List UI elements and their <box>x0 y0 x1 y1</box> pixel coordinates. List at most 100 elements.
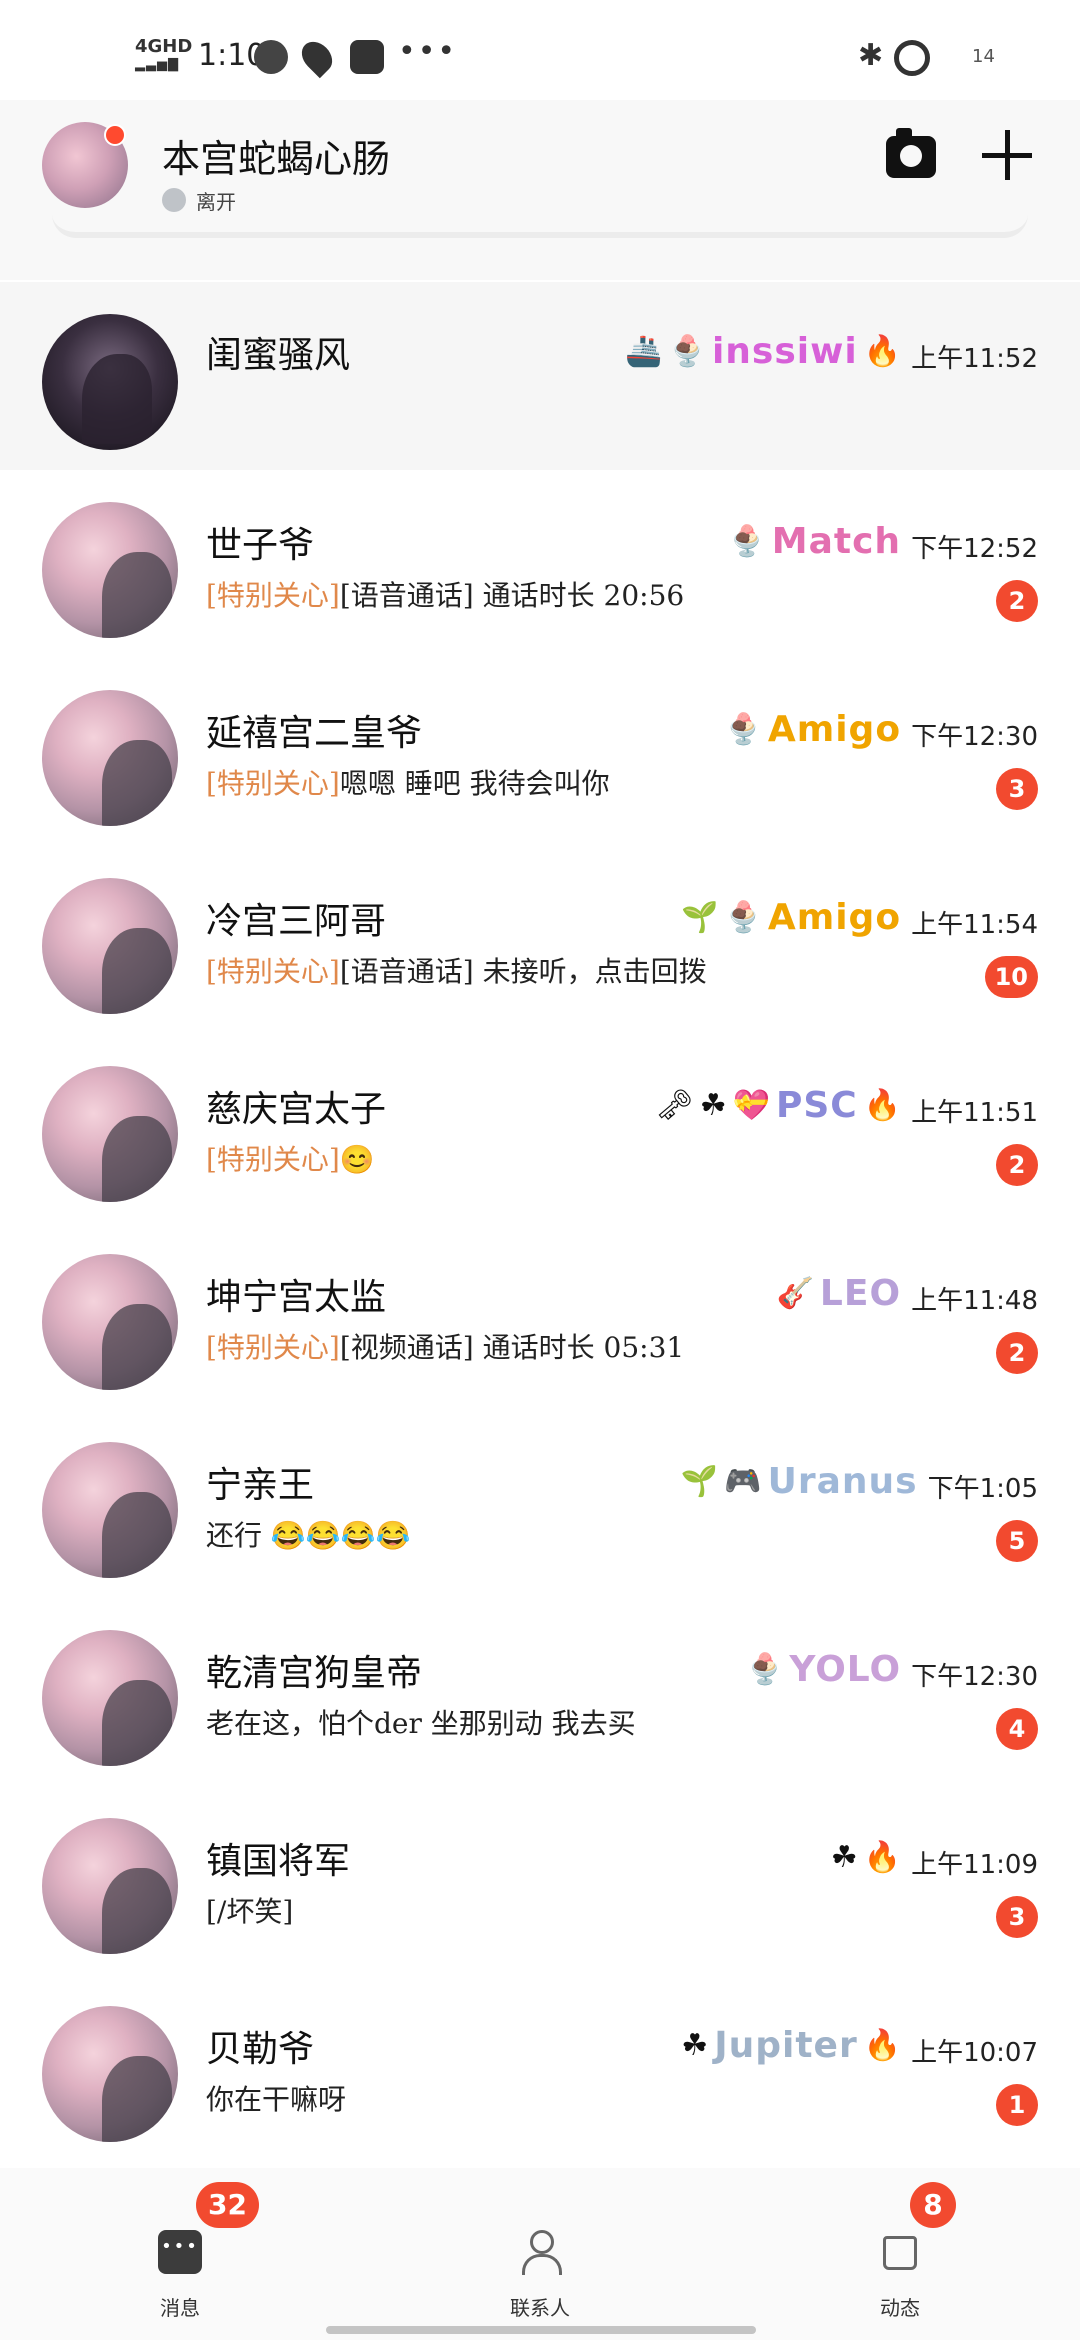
chat-row[interactable]: 乾清宫狗皇帝 老在这，怕个der 坐那别动 我去买 🍨 YOLO 下午12:30 4 <box>0 1598 1080 1786</box>
unread-count-badge: 2 <box>996 1144 1038 1186</box>
avatar[interactable] <box>42 314 178 450</box>
chat-name: 宁亲王 <box>206 1465 315 1506</box>
chat-row[interactable]: 镇国将军 [/坏笑] ☘ 🔥 上午11:09 3 <box>0 1786 1080 1974</box>
chat-time: 下午12:30 <box>911 1662 1038 1692</box>
app-icon <box>350 40 384 74</box>
tab-badge: 8 <box>910 2182 956 2228</box>
tab-label: 消息 <box>160 2296 200 2320</box>
chat-preview: 还行 😂😂😂😂 <box>206 1514 410 1554</box>
badge-label: PSC <box>775 1085 858 1126</box>
badge-icon: ☘ <box>699 1088 727 1123</box>
message-text: 😊 <box>339 1143 375 1176</box>
chat-row-pinned[interactable]: 闺蜜骚风 🚢 🍨 inssiwi 🔥 上午11:52 <box>0 282 1080 470</box>
avatar[interactable] <box>42 1066 178 1202</box>
avatar[interactable] <box>42 2006 178 2142</box>
tab-moments[interactable]: 动态 8 <box>800 2168 1000 2340</box>
battery-level: 14 <box>972 46 995 67</box>
chat-row[interactable]: 坤宁宫太监 [特别关心][视频通话] 通话时长 05:31 🎸 LEO 上午11:48 2 <box>0 1222 1080 1410</box>
message-text: [/坏笑] <box>206 1895 294 1928</box>
badge-icon: ☘ <box>830 1840 858 1875</box>
avatar[interactable] <box>42 878 178 1014</box>
person-icon <box>518 2230 562 2275</box>
badge-icon: 🌱 <box>680 1464 719 1499</box>
chat-time: 上午11:51 <box>911 1098 1038 1128</box>
badge-icon: 🌱 <box>681 900 719 935</box>
badge-icon: 🍨 <box>728 524 766 559</box>
profile-card[interactable]: 本宫蛇蝎心肠 离开 <box>42 100 1032 238</box>
special-care-tag: [特别关心] <box>206 955 340 988</box>
chat-list: 闺蜜骚风 🚢 🍨 inssiwi 🔥 上午11:52 世子爷 [特别关心][语音通话] 通话时… <box>0 282 1080 2162</box>
badge-icon: 🍨 <box>746 1652 784 1687</box>
chat-time: 下午1:05 <box>927 1474 1038 1504</box>
tab-contacts[interactable]: 联系人 <box>440 2168 640 2340</box>
avatar[interactable] <box>42 1442 178 1578</box>
more-status-icon: ••• <box>398 34 458 69</box>
chat-row[interactable]: 慈庆宫太子 [特别关心]😊 🗝 ☘ 💝 PSC 🔥 上午11:51 2 <box>0 1034 1080 1222</box>
shirt-icon <box>883 2236 917 2270</box>
badge-icon: 🍨 <box>724 900 762 935</box>
friendship-badges: 🌱 🍨 Amigo <box>681 892 901 944</box>
chat-row[interactable]: 贝勒爷 你在干嘛呀 ☘ Jupiter 🔥 上午10:07 1 <box>0 1974 1080 2162</box>
tab-label: 联系人 <box>510 2296 570 2320</box>
badge-icon: 🔥 <box>863 1840 902 1875</box>
special-care-tag: [特别关心] <box>206 767 340 800</box>
special-care-tag: [特别关心] <box>206 1143 340 1176</box>
chat-name: 坤宁宫太监 <box>206 1277 387 1318</box>
chat-preview: [特别关心]😊 <box>206 1138 375 1178</box>
avatar[interactable] <box>42 690 178 826</box>
avatar[interactable] <box>42 1630 178 1766</box>
home-indicator[interactable] <box>326 2326 756 2334</box>
unread-count-badge: 5 <box>996 1520 1038 1562</box>
badge-icon: 🚢 <box>625 334 663 369</box>
chat-row[interactable]: 冷宫三阿哥 [特别关心][语音通话] 未接听，点击回拨 🌱 🍨 Amigo 上午11:54… <box>0 846 1080 1034</box>
special-care-tag: [特别关心] <box>206 579 340 612</box>
badge-label: YOLO <box>789 1649 902 1690</box>
unread-count-badge: 3 <box>996 768 1038 810</box>
chat-time: 上午11:09 <box>911 1850 1038 1880</box>
notification-dot <box>104 124 126 146</box>
plus-icon[interactable] <box>982 130 1032 180</box>
chat-name: 慈庆宫太子 <box>206 1089 387 1130</box>
badge-label: LEO <box>819 1273 902 1314</box>
unread-count-badge: 10 <box>984 956 1038 998</box>
avatar[interactable] <box>42 1818 178 1954</box>
chat-name: 世子爷 <box>206 525 315 566</box>
unread-count-badge: 4 <box>996 1708 1038 1750</box>
chat-name: 镇国将军 <box>206 1841 351 1882</box>
badge-icon: 🗝 <box>655 1088 694 1123</box>
chat-row[interactable]: 世子爷 [特别关心][语音通话] 通话时长 20:56 🍨 Match 下午12:52 2 <box>0 470 1080 658</box>
message-text: 你在干嘛呀 <box>206 2083 347 2116</box>
badge-icon: 🔥 <box>863 1088 902 1123</box>
bottom-tab-bar: 消息 32 联系人 动态 8 <box>0 2168 1080 2340</box>
chat-name: 延禧宫二皇爷 <box>206 713 423 754</box>
alarm-icon <box>894 40 930 76</box>
my-name[interactable]: 本宫蛇蝎心肠 <box>162 128 390 183</box>
my-status[interactable]: 离开 <box>196 186 236 215</box>
camera-icon[interactable] <box>886 128 936 178</box>
chat-preview: 你在干嘛呀 <box>206 2078 346 2118</box>
chat-time: 上午11:52 <box>911 344 1038 374</box>
badge-icon: 🎸 <box>776 1276 814 1311</box>
chat-time: 上午11:54 <box>911 910 1038 940</box>
bluetooth-icon: ✱ <box>858 38 884 73</box>
tab-label: 动态 <box>880 2296 920 2320</box>
chat-row[interactable]: 延禧宫二皇爷 [特别关心]嗯嗯 睡吧 我待会叫你 🍨 Amigo 下午12:30 3 <box>0 658 1080 846</box>
avatar[interactable] <box>42 502 178 638</box>
chat-preview: [特别关心][语音通话] 未接听，点击回拨 <box>206 950 707 990</box>
chat-time: 下午12:52 <box>911 534 1038 564</box>
chat-name: 闺蜜骚风 <box>206 335 351 376</box>
friendship-badges: 🌱 🎮 Uranus <box>681 1456 918 1508</box>
friendship-badges: 🍨 Match <box>728 516 901 568</box>
badge-icon: 💝 <box>732 1088 770 1123</box>
chat-preview: [特别关心][语音通话] 通话时长 20:56 <box>206 574 684 614</box>
chat-row[interactable]: 宁亲王还行 😂😂😂😂 🌱 🎮 Uranus 下午1:05 5 <box>0 1410 1080 1598</box>
badge-label: Jupiter <box>714 2025 858 2066</box>
tab-messages[interactable]: 消息 32 <box>80 2168 280 2340</box>
chat-preview: [特别关心]嗯嗯 睡吧 我待会叫你 <box>206 762 610 802</box>
chat-time: 上午10:07 <box>911 2038 1038 2068</box>
tab-badge: 32 <box>196 2182 259 2228</box>
chat-time: 上午11:48 <box>911 1286 1038 1316</box>
friendship-badges: 🗝 ☘ 💝 PSC 🔥 <box>656 1080 901 1132</box>
header: 本宫蛇蝎心肠 离开 <box>0 100 1080 280</box>
avatar[interactable] <box>42 1254 178 1390</box>
